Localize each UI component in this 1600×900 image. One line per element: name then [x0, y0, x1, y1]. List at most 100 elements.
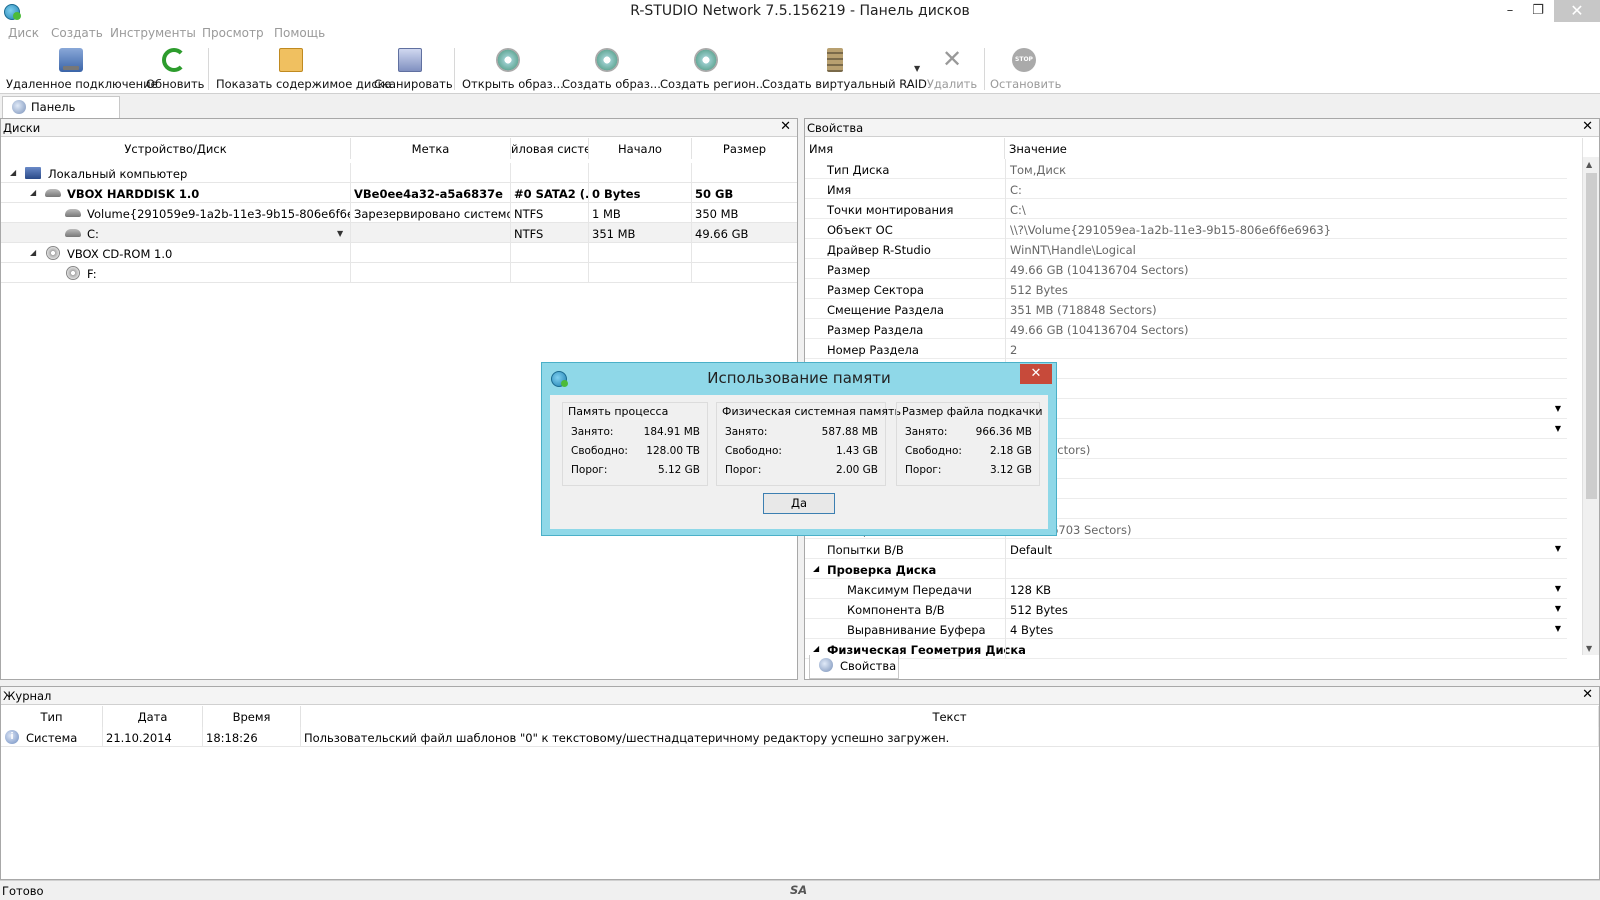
- property-row[interactable]: Выравнивание Буфера 4 Bytes ▼: [805, 619, 1567, 639]
- col-log-text[interactable]: Текст: [301, 706, 1599, 727]
- dialog-close-button[interactable]: ✕: [1020, 364, 1052, 384]
- remote-computer-icon: [59, 48, 83, 72]
- memory-usage-dialog: Использование памяти ✕ Память процесса З…: [541, 362, 1057, 536]
- threshold-row: Порог: 3.12 GB: [905, 464, 1032, 476]
- close-icon[interactable]: ✕: [780, 119, 791, 134]
- property-row[interactable]: ◢ Проверка Диска: [805, 559, 1567, 579]
- scan-icon: [398, 48, 422, 72]
- property-row[interactable]: Размер 49.66 GB (104136704 Sectors): [805, 259, 1567, 279]
- col-size[interactable]: Размер: [692, 138, 797, 159]
- col-start[interactable]: Начало: [589, 138, 692, 159]
- used-row: Занято: 587.88 MB: [725, 426, 878, 438]
- chevron-down-icon[interactable]: ▼: [1555, 404, 1561, 413]
- property-name: Проверка Диска: [827, 563, 937, 577]
- delete-button[interactable]: ✕ Удалить: [926, 46, 978, 92]
- chevron-down-icon[interactable]: ▼: [1555, 424, 1561, 433]
- open-image-button[interactable]: Открыть образ...: [462, 46, 564, 92]
- property-row[interactable]: Номер Раздела 2: [805, 339, 1567, 359]
- expand-triangle-icon[interactable]: ◢: [30, 248, 36, 257]
- toolbar-separator: [208, 48, 209, 90]
- tree-row-drive-f[interactable]: F:: [1, 263, 797, 283]
- scroll-up-icon[interactable]: ▲: [1586, 160, 1592, 169]
- expand-triangle-icon[interactable]: ◢: [813, 644, 819, 653]
- expand-triangle-icon[interactable]: ◢: [30, 188, 36, 197]
- close-icon[interactable]: ✕: [1582, 687, 1593, 702]
- log-panel: Журнал ✕ Тип Дата Время Текст i Система …: [0, 686, 1600, 880]
- property-row[interactable]: Смещение Раздела 351 MB (718848 Sectors): [805, 299, 1567, 319]
- dialog-body: Память процесса Занято: 184.91 MB Свободн…: [550, 395, 1048, 529]
- tab-disk-panel[interactable]: Панель дисков: [2, 96, 120, 128]
- menu-tools[interactable]: Инструменты: [110, 26, 196, 40]
- property-row[interactable]: Компонента В/В 512 Bytes ▼: [805, 599, 1567, 619]
- property-value: 49.66 GB (104136704 Sectors): [1005, 319, 1567, 339]
- property-value: 512 Bytes: [1005, 279, 1567, 299]
- menu-view[interactable]: Просмотр: [202, 26, 264, 40]
- col-prop-name[interactable]: Имя: [805, 138, 1005, 159]
- col-filesystem[interactable]: йловая систе: [511, 138, 589, 159]
- ok-button[interactable]: Да: [763, 493, 835, 514]
- col-prop-value[interactable]: Значение: [1005, 138, 1583, 159]
- property-row[interactable]: Размер Раздела 49.66 GB (104136704 Sector…: [805, 319, 1567, 339]
- col-label[interactable]: Метка: [351, 138, 511, 159]
- refresh-button[interactable]: Обновить: [146, 46, 204, 92]
- minimize-button[interactable]: –: [1496, 0, 1524, 22]
- tab-strip: Панель дисков: [0, 94, 1600, 128]
- menu-create[interactable]: Создать: [51, 26, 103, 40]
- property-value: 2: [1005, 339, 1567, 359]
- create-image-button[interactable]: Создать образ...: [562, 46, 661, 92]
- property-row[interactable]: Объект ОС \\?\Volume{291059ea-1a2b-11e3-9…: [805, 219, 1567, 239]
- col-device[interactable]: Устройство/Диск: [1, 138, 351, 159]
- tree-row-local-computer[interactable]: ◢ Локальный компьютер: [1, 163, 797, 183]
- chevron-down-icon[interactable]: ▼: [1555, 604, 1561, 613]
- property-value: \\?\Volume{291059ea-1a2b-11e3-9b15-806e6…: [1005, 219, 1567, 239]
- property-row[interactable]: ◢ Физическая Геометрия Диска: [805, 639, 1567, 659]
- stop-button[interactable]: STOP Остановить: [990, 46, 1061, 92]
- scrollbar-thumb[interactable]: [1586, 173, 1597, 499]
- property-name: Драйвер R-Studio: [827, 243, 931, 257]
- menu-disk[interactable]: Диск: [8, 26, 39, 40]
- close-window-button[interactable]: ✕: [1554, 0, 1600, 22]
- property-row[interactable]: Драйвер R-Studio WinNT\Handle\Logical: [805, 239, 1567, 259]
- log-row[interactable]: i Система 21.10.2014 18:18:26 Пользовате…: [1, 727, 1599, 747]
- remote-connect-button[interactable]: Удаленное подключение: [6, 46, 158, 92]
- show-disk-contents-button[interactable]: Показать содержимое диска: [216, 46, 392, 92]
- chevron-down-icon[interactable]: ▼: [1555, 544, 1561, 553]
- chevron-down-icon[interactable]: ▼: [337, 229, 343, 238]
- tree-row-volume-reserved[interactable]: Volume{291059e9-1a2b-11e3-9b15-806e6f6e6…: [1, 203, 797, 223]
- tab-properties[interactable]: Свойства: [809, 655, 899, 679]
- maximize-button[interactable]: ❐: [1524, 0, 1552, 22]
- property-name: Тип Диска: [827, 163, 890, 177]
- property-row[interactable]: Точки монтирования C:\: [805, 199, 1567, 219]
- tree-row-cdrom[interactable]: ◢ VBOX CD-ROM 1.0: [1, 243, 797, 263]
- chevron-down-icon[interactable]: ▼: [1555, 584, 1561, 593]
- property-name: Размер Сектора: [827, 283, 924, 297]
- property-row[interactable]: Максимум Передачи 128 KB ▼: [805, 579, 1567, 599]
- property-row[interactable]: Размер Сектора 512 Bytes: [805, 279, 1567, 299]
- expand-triangle-icon[interactable]: ◢: [813, 564, 819, 573]
- group-process-memory: Память процесса Занято: 184.91 MB Свободн…: [562, 402, 708, 486]
- property-value: ectors): [1005, 459, 1567, 479]
- property-row[interactable]: Попытки В/В Default ▼: [805, 539, 1567, 559]
- create-region-button[interactable]: Создать регион...: [660, 46, 767, 92]
- property-value: C:: [1005, 179, 1567, 199]
- col-log-time[interactable]: Время: [203, 706, 301, 727]
- expand-triangle-icon[interactable]: ◢: [10, 168, 16, 177]
- scroll-down-icon[interactable]: ▼: [1586, 644, 1592, 653]
- chevron-down-icon[interactable]: ▼: [1555, 624, 1561, 633]
- create-virtual-raid-button[interactable]: Создать виртуальный RAID: [762, 46, 927, 92]
- col-log-type[interactable]: Тип: [1, 706, 103, 727]
- scan-button[interactable]: Сканировать: [374, 46, 453, 92]
- tree-row-harddisk[interactable]: ◢ VBOX HARDDISK 1.0 VBe0ee4a32-a5a6837e …: [1, 183, 797, 203]
- property-value: Том,Диск: [1005, 159, 1567, 179]
- properties-scrollbar[interactable]: ▲ ▼: [1582, 157, 1599, 655]
- window-title: R-STUDIO Network 7.5.156219 - Панель дис…: [630, 3, 970, 19]
- properties-panel-header: Свойства ✕: [805, 119, 1599, 137]
- property-value: 512 Bytes: [1005, 599, 1567, 619]
- raid-dropdown-arrow[interactable]: ▼: [914, 64, 920, 73]
- menu-help[interactable]: Помощь: [274, 26, 325, 40]
- col-log-date[interactable]: Дата: [103, 706, 203, 727]
- property-row[interactable]: Тип Диска Том,Диск: [805, 159, 1567, 179]
- close-icon[interactable]: ✕: [1582, 119, 1593, 134]
- tree-row-volume-c[interactable]: C: ▼ NTFS 351 MB 49.66 GB: [1, 223, 797, 243]
- property-row[interactable]: Имя C:: [805, 179, 1567, 199]
